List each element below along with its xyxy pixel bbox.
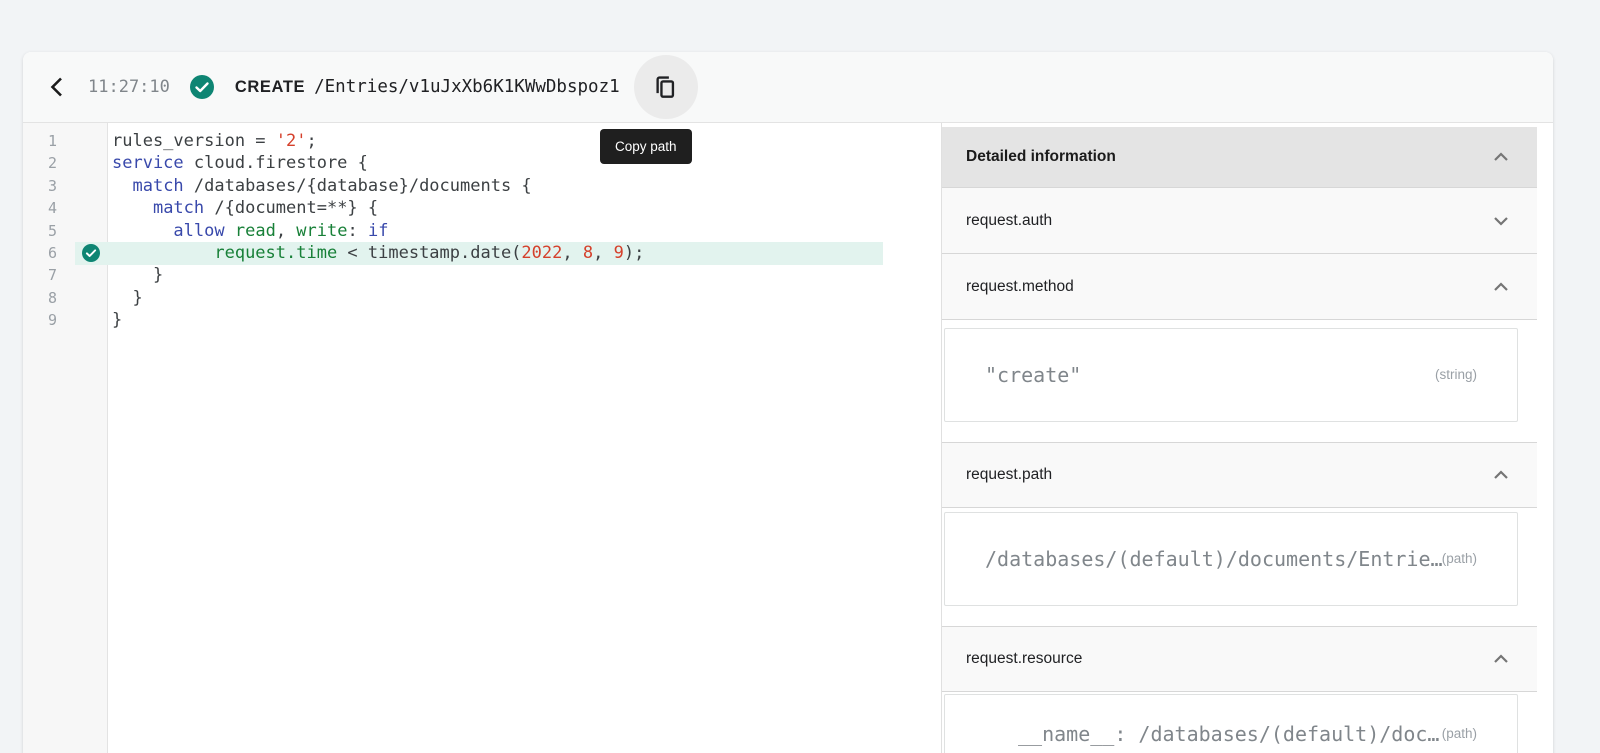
status-allowed-check-circle-icon bbox=[190, 75, 214, 99]
code-line-6: 6 request.time < timestamp.date(2022, 8,… bbox=[23, 242, 941, 264]
code-line-8: 8 } bbox=[23, 287, 941, 309]
section-header-request-auth[interactable]: request.auth bbox=[942, 188, 1537, 254]
line-marker bbox=[57, 264, 108, 286]
section-label: request.auth bbox=[966, 212, 1052, 230]
section-label: request.method bbox=[966, 278, 1074, 296]
code-line-text: } bbox=[108, 287, 143, 309]
request-path-label: /Entries/v1uJxXb6K1KWwDbspoz1 bbox=[314, 77, 620, 97]
section-label: request.path bbox=[966, 466, 1052, 484]
line-number: 8 bbox=[23, 287, 57, 309]
code-line-text: match /databases/{database}/documents { bbox=[108, 175, 532, 197]
code-line-5: 5 allow read, write: if bbox=[23, 220, 941, 242]
line-number: 7 bbox=[23, 264, 57, 286]
chevron-up-icon bbox=[1489, 145, 1513, 169]
line-number: 1 bbox=[23, 130, 57, 152]
chevron-up-icon bbox=[1489, 463, 1513, 487]
line-marker bbox=[57, 309, 108, 331]
result-body: 1 rules_version = '2'; 2 service cloud.fire… bbox=[23, 123, 1553, 753]
check-circle-icon bbox=[82, 244, 100, 262]
line-marker bbox=[57, 220, 108, 242]
value-card-request-resource: __name__: /databases/(default)/doc…(path… bbox=[944, 694, 1518, 753]
panel-header-detailed-information[interactable]: Detailed information bbox=[942, 127, 1537, 188]
line-marker bbox=[57, 287, 108, 309]
code-line-text: match /{document=**} { bbox=[108, 197, 378, 219]
result-header: 11:27:10 CREATE /Entries/v1uJxXb6K1KWwDb… bbox=[23, 52, 1553, 123]
code-line-text: } bbox=[108, 309, 122, 331]
code-line-text: } bbox=[108, 264, 163, 286]
panel-scrollbar-track bbox=[1537, 123, 1553, 753]
value-type-label: (path) bbox=[1442, 547, 1477, 571]
chevron-left-icon bbox=[46, 75, 68, 99]
line-number: 5 bbox=[23, 220, 57, 242]
copy-path-tooltip: Copy path bbox=[600, 129, 692, 164]
chevron-up-icon bbox=[1489, 647, 1513, 671]
chevron-up-icon bbox=[1489, 275, 1513, 299]
code-line-7: 7 } bbox=[23, 264, 941, 286]
section-header-request-method[interactable]: request.method bbox=[942, 254, 1537, 320]
code-lines: 1 rules_version = '2'; 2 service cloud.fire… bbox=[23, 123, 941, 753]
code-line-text: rules_version = '2'; bbox=[108, 130, 317, 152]
value-text: __name__: /databases/(default)/doc… bbox=[985, 722, 1439, 746]
code-line-text: allow read, write: if bbox=[108, 220, 388, 242]
line-number: 6 bbox=[23, 242, 57, 264]
section-body-request-resource: __name__: /databases/(default)/doc…(path… bbox=[942, 692, 1537, 753]
code-line-4: 4 match /{document=**} { bbox=[23, 197, 941, 219]
line-number: 9 bbox=[23, 309, 57, 331]
line-marker bbox=[57, 152, 108, 174]
code-line-1: 1 rules_version = '2'; bbox=[23, 130, 941, 152]
back-button[interactable] bbox=[40, 70, 74, 104]
value-card-request-method: "create" (string) bbox=[944, 328, 1518, 422]
section-body-request-path: /databases/(default)/documents/Entrie…(p… bbox=[942, 508, 1537, 626]
section-label: request.resource bbox=[966, 650, 1082, 668]
line-number: 3 bbox=[23, 175, 57, 197]
section-body-request-method: "create" (string) bbox=[942, 320, 1537, 442]
section-header-request-path[interactable]: request.path bbox=[942, 442, 1537, 508]
panel-title: Detailed information bbox=[966, 148, 1116, 166]
request-method-label: CREATE bbox=[235, 78, 305, 97]
code-line-3: 3 match /databases/{database}/documents … bbox=[23, 175, 941, 197]
copy-path-button[interactable] bbox=[634, 55, 698, 119]
detailed-information-panel: Detailed information request.auth reques… bbox=[941, 123, 1553, 753]
rule-pass-marker bbox=[57, 242, 108, 264]
line-number: 2 bbox=[23, 152, 57, 174]
panel-sections: Detailed information request.auth reques… bbox=[942, 127, 1537, 753]
content-copy-icon bbox=[652, 74, 679, 101]
rules-playground-result-card: 11:27:10 CREATE /Entries/v1uJxXb6K1KWwDb… bbox=[23, 52, 1553, 753]
line-marker bbox=[57, 130, 108, 152]
value-type-label: (string) bbox=[1435, 363, 1477, 387]
code-line-text: request.time < timestamp.date(2022, 8, 9… bbox=[108, 242, 644, 264]
code-line-text: service cloud.firestore { bbox=[108, 152, 368, 174]
chevron-down-icon bbox=[1489, 209, 1513, 233]
value-text: "create" bbox=[985, 363, 1081, 387]
line-number: 4 bbox=[23, 197, 57, 219]
rules-code-editor[interactable]: 1 rules_version = '2'; 2 service cloud.fire… bbox=[23, 123, 941, 753]
value-text: /databases/(default)/documents/Entrie… bbox=[985, 547, 1442, 571]
code-line-9: 9} bbox=[23, 309, 941, 331]
line-marker bbox=[57, 175, 108, 197]
code-line-2: 2 service cloud.firestore { bbox=[23, 152, 941, 174]
value-type-label: (path) bbox=[1442, 722, 1477, 746]
section-header-request-resource[interactable]: request.resource bbox=[942, 626, 1537, 692]
value-card-request-path: /databases/(default)/documents/Entrie…(p… bbox=[944, 512, 1518, 606]
request-timestamp: 11:27:10 bbox=[88, 77, 170, 97]
line-marker bbox=[57, 197, 108, 219]
